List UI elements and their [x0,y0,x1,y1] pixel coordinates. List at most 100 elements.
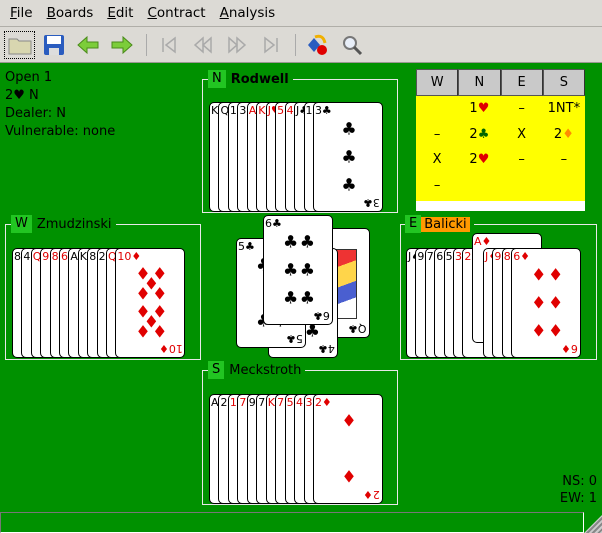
dealer: Dealer: N [5,106,66,121]
open-folder-icon[interactable] [4,30,35,59]
bid-cell: 1NT* [547,101,581,117]
suit-pip: ♣ [304,321,321,342]
suit-pip: ♦ [135,284,151,305]
ns-score: NS: 0 [562,474,597,489]
playing-card[interactable]: ♣ ♣ ♣ ♣ ♣ ♣ 6♣ 6♣ [263,215,333,325]
suit-pip: ♦ [341,467,357,488]
card-index-bottom: 6♣ [313,309,330,322]
playing-card[interactable]: ♦ ♦ ♦ ♦ ♦ ♦ ♦ ♦ ♦ ♦ 10♦ 10♦ [115,248,186,358]
playing-card[interactable]: ♦ ♦ ♦ ♦ ♦ ♦ 6♦ 6♦ [511,248,582,358]
suit-pip: ♦ [152,284,168,305]
fast-forward-icon[interactable] [221,31,252,59]
suit-pip: ♣ [341,119,357,140]
bid-cell: 2♣ [469,126,490,142]
card-index-bottom: 2♦ [363,488,380,501]
suit-pip: ♦ [341,411,357,432]
status-bar [0,512,584,533]
bid-header-s: S [542,69,585,96]
suit-pip: ♣ [282,260,299,281]
suit-pip: ♣ [341,147,357,168]
suit-pip: ♦ [547,293,564,314]
menu-analysis[interactable]: Analysis [213,5,283,21]
seat-badge: S [208,361,225,379]
score: NS: 0 EW: 1 [560,473,597,507]
card-index: 3♣ [314,104,332,117]
suit-pip: ♣ [299,232,316,253]
menu-boards[interactable]: Boards [40,5,101,21]
bid-cell: X [517,126,527,142]
back-arrow-icon[interactable] [72,31,103,59]
contract: 2♥ N [5,88,39,103]
resize-grip[interactable] [584,515,602,533]
suit-pip: ♦ [547,321,564,342]
suit-pip: ♦ [531,293,547,314]
player-name: Balicki [421,216,470,232]
suit-pip: ♣ [299,260,316,281]
bid-cell: – [433,177,441,193]
card-index-bottom: Q♣ [348,322,367,335]
seat-badge: W [11,215,32,233]
bid-cell: X [432,152,442,168]
card-index: 5♣ [238,240,255,253]
bid-cell: – [433,126,441,142]
playing-card[interactable]: ♦ ♦ 2♦ 2♦ [312,394,383,504]
card-index: 10♦ [117,250,142,263]
bid-header-n: N [458,69,501,96]
menu-contract[interactable]: Contract [140,5,212,21]
south-label: S Meckstroth [208,361,306,379]
north-label: N Rodwell [208,70,293,88]
bid-row: – 2♣ X 2♦ [416,122,585,148]
seat-badge: E [405,215,422,233]
menu-bar: File Boards Edit Contract Analysis [0,0,602,27]
suit-pip: ♦ [135,322,151,343]
toolbar-separator [146,33,147,56]
suit-pip: ♦ [531,321,547,342]
bid-header-e: E [500,69,543,96]
seat-badge: N [208,70,226,88]
bidding-body: 1♥ – 1NT* – 2♣ X 2♦ X 2♥ – – – [416,96,585,201]
bid-row: X 2♥ – – [416,147,585,173]
card-index: 6♦ [513,250,531,263]
vulnerability: Vulnerable: none [5,124,116,139]
player-name: Zmudzinski [36,216,112,232]
deal-icon[interactable] [302,31,333,59]
playing-card[interactable]: ♣ ♣ ♣ 3♣ 3♣ [312,102,383,212]
bid-cell: 1♥ [469,101,490,117]
suit-pip: ♦ [531,265,547,286]
menu-edit[interactable]: Edit [100,5,140,21]
bid-header-w: W [416,69,459,96]
player-name: Rodwell [230,71,289,87]
card-index-bottom: 4♣ [318,342,335,355]
bid-cell: 2♥ [469,152,490,168]
player-name: Meckstroth [229,362,302,378]
west-label: W Zmudzinski [11,215,116,233]
suit-pip: ♣ [282,288,299,309]
bidding-table: W N E S 1♥ – 1NT* – 2♣ X 2♦ X 2♥ – – – [416,69,585,211]
suit-pip: ♣ [282,232,299,253]
bid-cell: 2♦ [553,126,574,142]
board-title: Open 1 [5,70,53,85]
card-index-bottom: 5♣ [286,332,303,345]
suit-pip: ♣ [341,175,357,196]
card-index: A♦ [474,235,492,248]
menu-file[interactable]: File [3,5,40,21]
search-icon[interactable] [336,31,367,59]
bid-row: 1♥ – 1NT* [416,96,585,122]
card-index: 2♦ [314,396,332,409]
last-icon[interactable] [255,31,286,59]
rewind-icon[interactable] [187,31,218,59]
board-info: Open 1 2♥ N Dealer: N Vulnerable: none [5,69,115,141]
bid-cell: – [518,152,525,168]
suit-pip: ♦ [547,265,564,286]
suit-pip: ♣ [299,288,316,309]
forward-arrow-icon[interactable] [106,31,137,59]
bid-cell: – [518,101,525,117]
card-index-bottom: 10♦ [158,342,183,355]
save-icon[interactable] [38,31,69,59]
suit-pip: ♦ [152,322,168,343]
toolbar [0,27,602,63]
bid-cell: – [560,152,568,168]
first-icon[interactable] [153,31,184,59]
bid-row: – [416,173,585,199]
card-index-bottom: 3♣ [363,196,380,209]
